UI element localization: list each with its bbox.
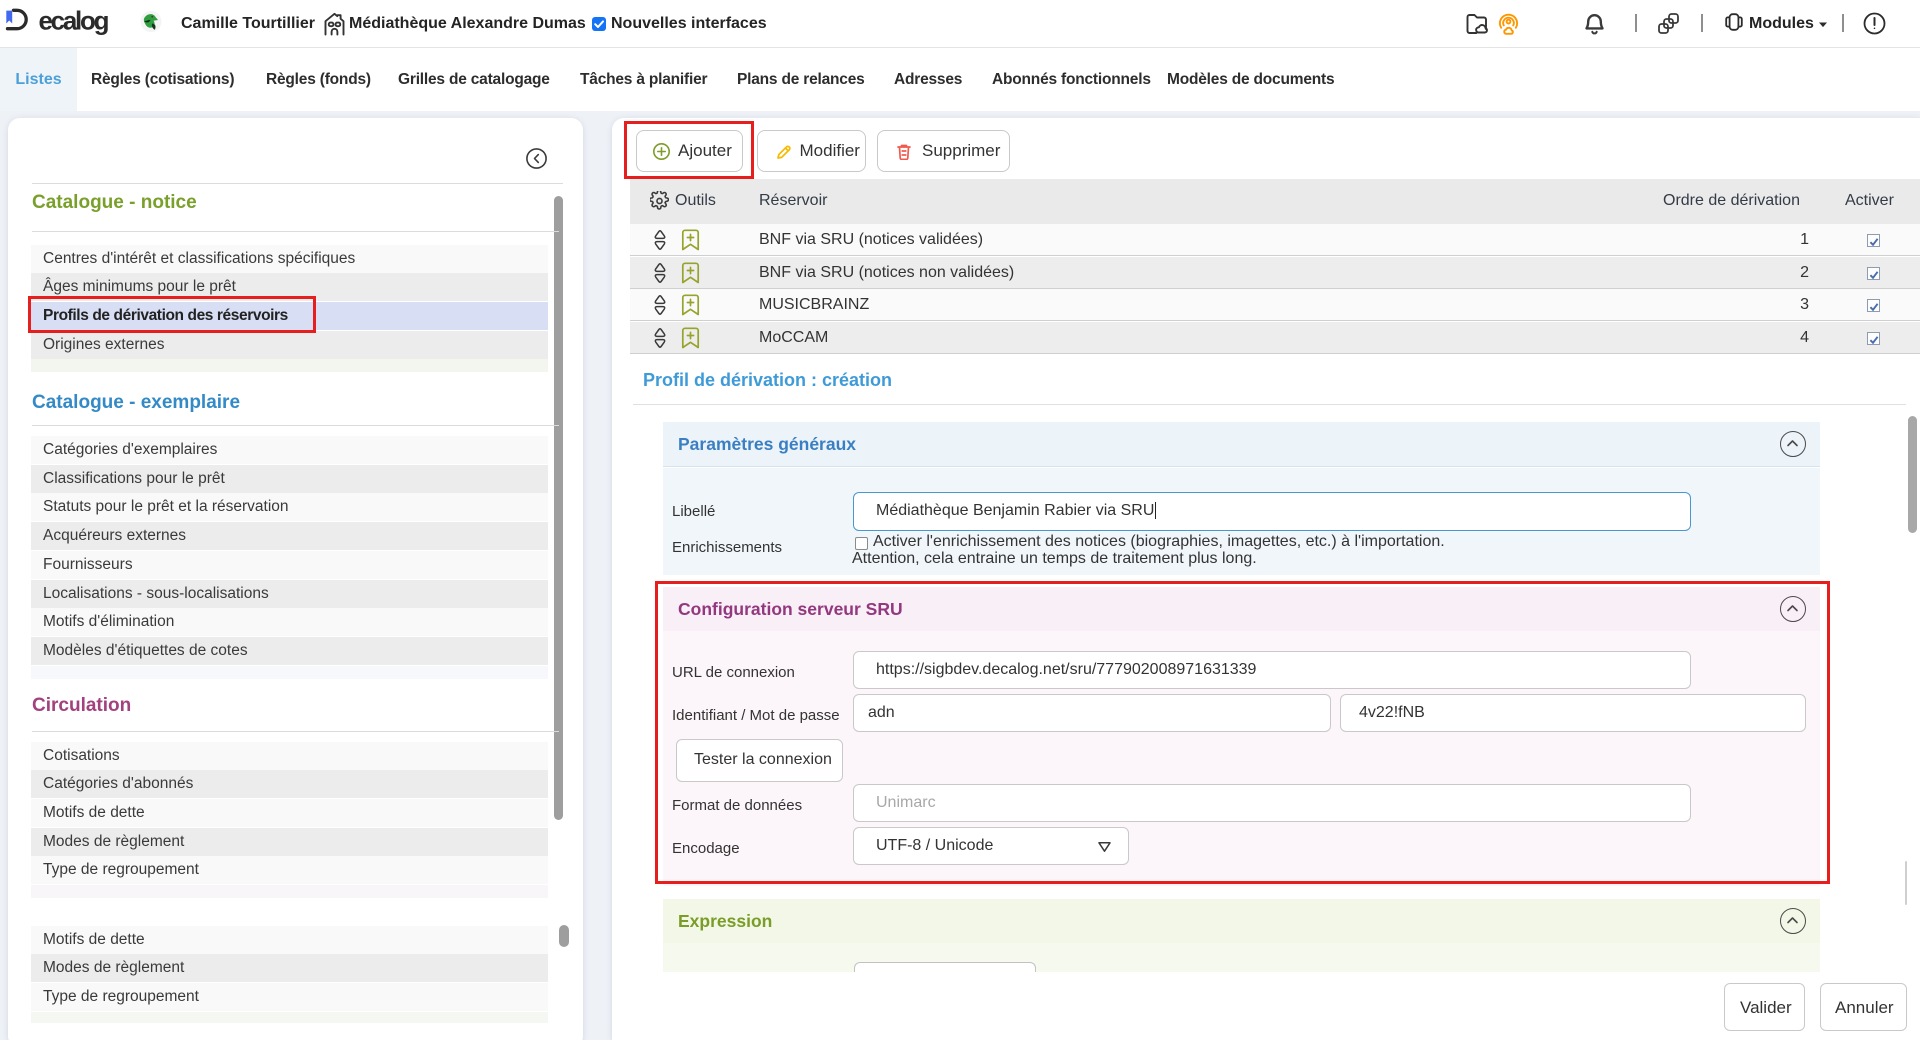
svg-text:ecalog: ecalog [39,6,110,36]
